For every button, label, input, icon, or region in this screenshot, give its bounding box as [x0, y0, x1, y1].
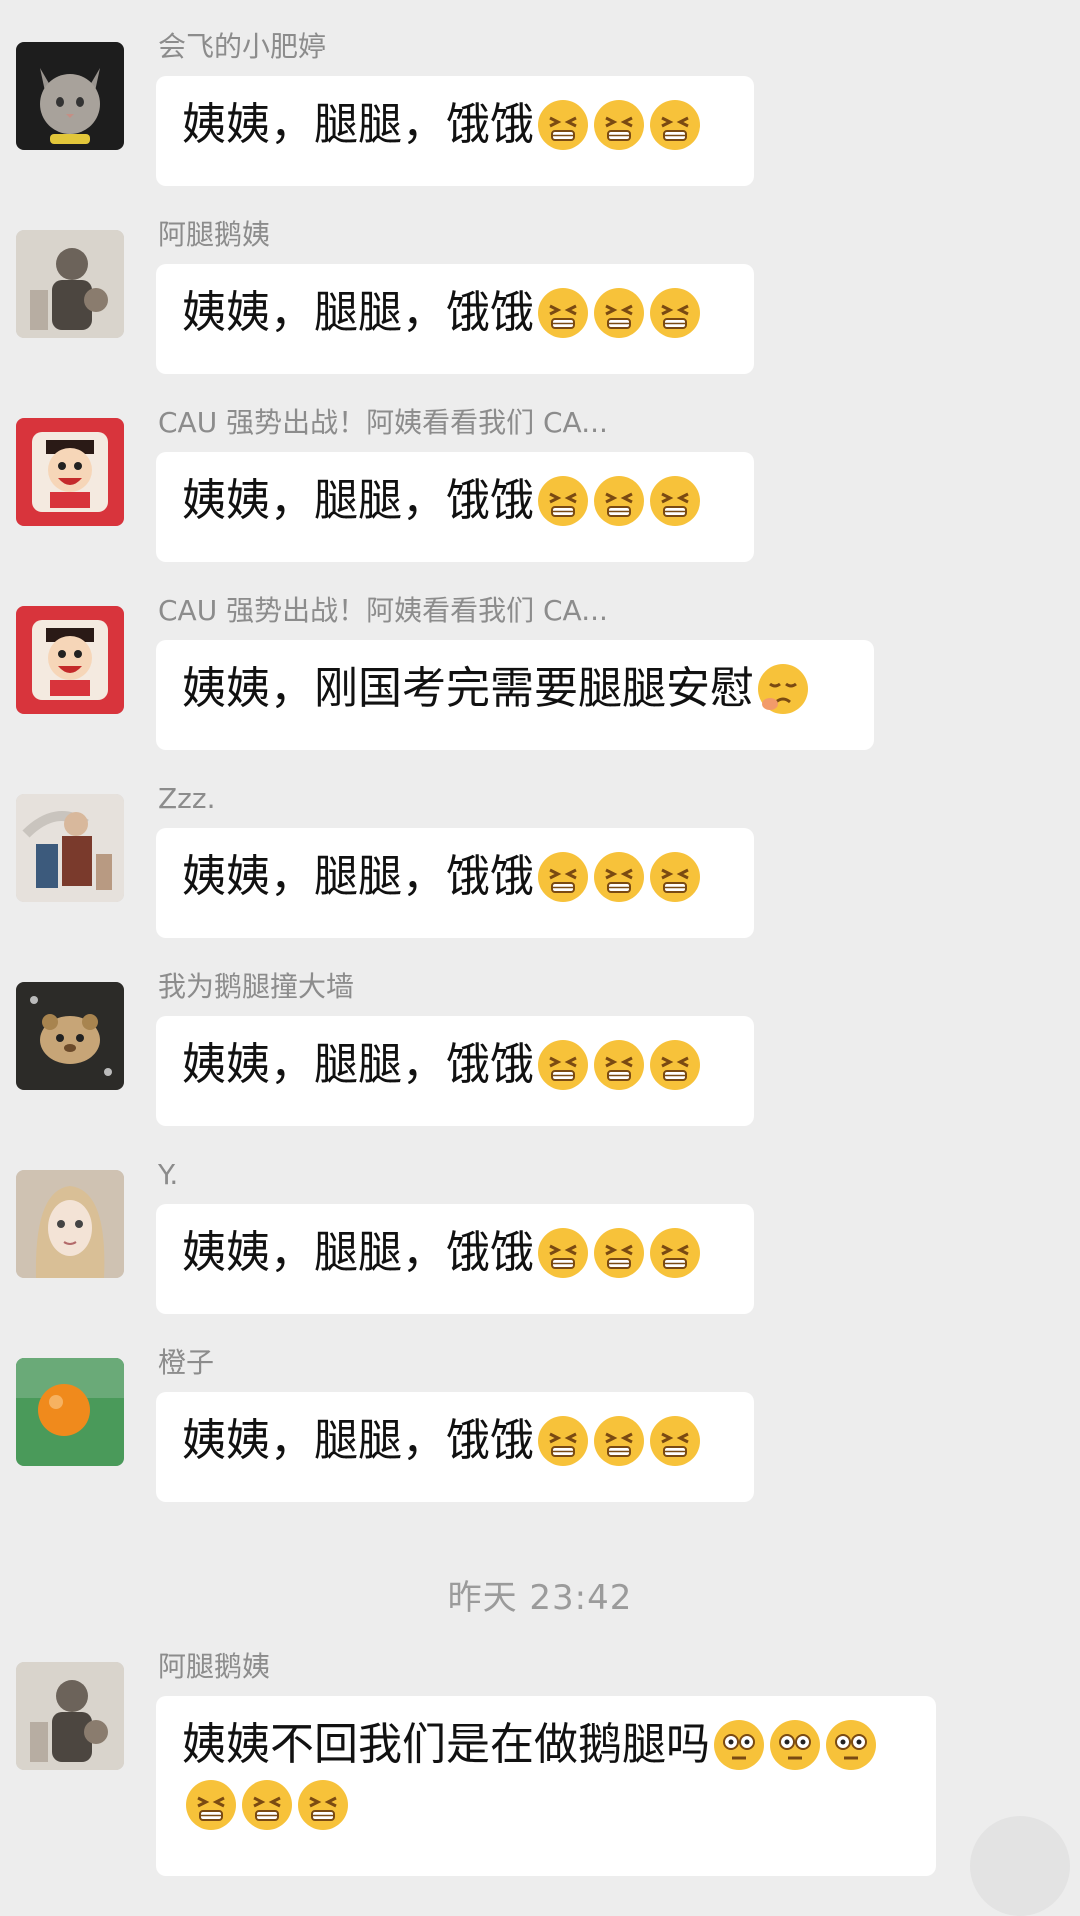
grimace-emoji-icon: [648, 474, 702, 528]
message-bubble[interactable]: 姨姨，腿腿，饿饿: [156, 828, 754, 938]
grimace-emoji-icon: [592, 286, 646, 340]
message-text: 姨姨，刚国考完需要腿腿安慰: [182, 663, 754, 714]
grimace-emoji-icon: [296, 1778, 350, 1832]
grimace-emoji-icon: [536, 286, 590, 340]
avatar[interactable]: [16, 1662, 124, 1770]
avatar[interactable]: [16, 1358, 124, 1466]
grimace-emoji-icon: [648, 1226, 702, 1280]
sender-name: 阿腿鹅姨: [158, 218, 271, 251]
grimace-emoji-icon: [536, 1226, 590, 1280]
grimace-emoji-icon: [240, 1778, 294, 1832]
sender-name: Zzz.: [158, 782, 216, 815]
person-photo-avatar-icon: [16, 230, 124, 338]
avatar[interactable]: [16, 418, 124, 526]
grimace-emoji-icon: [592, 474, 646, 528]
grimace-emoji-icon: [648, 98, 702, 152]
sender-name: 阿腿鹅姨: [158, 1650, 271, 1683]
message-text: 姨姨，腿腿，饿饿: [182, 851, 534, 902]
cartoon-kid-avatar-icon: [16, 418, 124, 526]
message-text: 姨姨，腿腿，饿饿: [182, 475, 534, 526]
message-text: 姨姨，腿腿，饿饿: [182, 99, 534, 150]
sender-name: CAU 强势出战！阿姨看看我们 CA...: [158, 406, 608, 439]
sender-name: 会飞的小肥婷: [158, 30, 327, 63]
message-bubble[interactable]: 姨姨，腿腿，饿饿: [156, 76, 754, 186]
grimace-emoji-icon: [536, 474, 590, 528]
grimace-emoji-icon: [536, 98, 590, 152]
avatar[interactable]: [16, 794, 124, 902]
grimace-emoji-icon: [648, 1414, 702, 1468]
grimace-emoji-icon: [592, 98, 646, 152]
grimace-emoji-icon: [536, 850, 590, 904]
message-text: 姨姨，腿腿，饿饿: [182, 1227, 534, 1278]
message-text: 姨姨，腿腿，饿饿: [182, 1415, 534, 1466]
grimace-emoji-icon: [648, 286, 702, 340]
chat-message-list[interactable]: 会飞的小肥婷 姨姨，腿腿，饿饿 阿腿鹅姨 姨姨，腿腿，饿饿 CAU 强势出战！阿…: [0, 0, 1080, 1916]
message-text: 姨姨，腿腿，饿饿: [182, 1039, 534, 1090]
grimace-emoji-icon: [592, 850, 646, 904]
sender-name: CAU 强势出战！阿姨看看我们 CA...: [158, 594, 608, 627]
message-bubble[interactable]: 姨姨不回我们是在做鹅腿吗: [156, 1696, 936, 1876]
message-bubble[interactable]: 姨姨，刚国考完需要腿腿安慰: [156, 640, 874, 750]
orange-avatar-icon: [16, 1358, 124, 1466]
grimace-emoji-icon: [592, 1038, 646, 1092]
timestamp: 昨天 23:42: [447, 1578, 633, 1618]
grimace-emoji-icon: [648, 850, 702, 904]
wide-eyes-emoji-icon: [712, 1718, 766, 1772]
message-bubble[interactable]: 姨姨，腿腿，饿饿: [156, 1016, 754, 1126]
message-text: 姨姨不回我们是在做鹅腿吗: [182, 1719, 710, 1770]
avatar[interactable]: [16, 606, 124, 714]
sender-name: 我为鹅腿撞大墙: [158, 970, 355, 1003]
message-bubble[interactable]: 姨姨，腿腿，饿饿: [156, 264, 754, 374]
grimace-emoji-icon: [184, 1778, 238, 1832]
grimace-emoji-icon: [592, 1414, 646, 1468]
avatar[interactable]: [16, 1170, 124, 1278]
illustration-avatar-icon: [16, 794, 124, 902]
grimace-emoji-icon: [592, 1226, 646, 1280]
person-photo-avatar-icon: [16, 1662, 124, 1770]
wide-eyes-emoji-icon: [768, 1718, 822, 1772]
message-bubble[interactable]: 姨姨，腿腿，饿饿: [156, 1204, 754, 1314]
hamster-avatar-icon: [16, 982, 124, 1090]
avatar[interactable]: [16, 982, 124, 1090]
avatar[interactable]: [16, 42, 124, 150]
wide-eyes-emoji-icon: [824, 1718, 878, 1772]
sender-name: Y.: [158, 1158, 179, 1191]
avatar[interactable]: [16, 230, 124, 338]
sender-name: 橙子: [158, 1346, 215, 1379]
grimace-emoji-icon: [536, 1414, 590, 1468]
message-bubble[interactable]: 姨姨，腿腿，饿饿: [156, 1392, 754, 1502]
scroll-to-bottom-button[interactable]: [970, 1816, 1070, 1916]
cat-avatar-icon: [16, 42, 124, 150]
anime-girl-avatar-icon: [16, 1170, 124, 1278]
message-text: 姨姨，腿腿，饿饿: [182, 287, 534, 338]
cartoon-kid-avatar-icon: [16, 606, 124, 714]
sad-emoji-icon: [756, 662, 810, 716]
message-bubble[interactable]: 姨姨，腿腿，饿饿: [156, 452, 754, 562]
grimace-emoji-icon: [536, 1038, 590, 1092]
grimace-emoji-icon: [648, 1038, 702, 1092]
